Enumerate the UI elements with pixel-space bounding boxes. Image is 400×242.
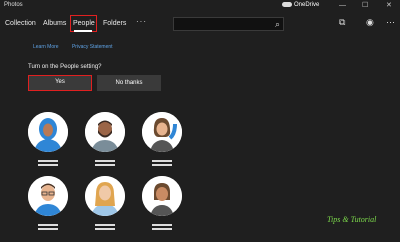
title-bar: Photos OneDrive — ☐ ✕ — [0, 0, 400, 12]
watermark: Tips & Tutorial — [327, 215, 377, 224]
person-waving-illustration — [142, 112, 182, 152]
name-placeholder-bar — [152, 164, 172, 166]
view-mode-icon[interactable]: ◉ — [366, 17, 374, 27]
selected-tab-indicator — [74, 30, 92, 32]
name-placeholder-bar — [38, 164, 58, 166]
search-icon[interactable]: ⌕ — [275, 19, 280, 29]
more-options-button[interactable]: ··· — [136, 17, 147, 26]
name-placeholder-bar — [38, 160, 58, 162]
close-button[interactable]: ✕ — [386, 1, 392, 10]
name-placeholder-bar — [152, 228, 172, 230]
person-hijab-illustration — [28, 112, 68, 152]
import-icon[interactable]: ⧉ — [339, 17, 345, 27]
onedrive-label: OneDrive — [294, 2, 320, 9]
onedrive-cloud-icon — [282, 2, 292, 7]
name-placeholder-bar — [152, 224, 172, 226]
name-placeholder-bar — [38, 224, 58, 226]
tab-albums[interactable]: Albums — [43, 20, 66, 27]
tab-folders[interactable]: Folders — [103, 20, 126, 27]
privacy-statement-link[interactable]: Privacy Statement — [72, 44, 113, 50]
person-long-hair-illustration — [85, 176, 125, 216]
onedrive-status[interactable]: OneDrive — [282, 2, 319, 8]
person-child-illustration — [142, 176, 182, 216]
people-setting-question: Turn on the People setting? — [28, 64, 102, 70]
name-placeholder-bar — [38, 228, 58, 230]
name-placeholder-bar — [95, 228, 115, 230]
name-placeholder-bar — [152, 160, 172, 162]
person-beard-illustration — [85, 112, 125, 152]
yes-button[interactable]: Yes — [28, 75, 92, 91]
maximize-button[interactable]: ☐ — [362, 1, 368, 10]
learn-more-link[interactable]: Learn More — [33, 44, 59, 50]
no-thanks-button[interactable]: No thanks — [97, 75, 161, 91]
person-glasses-illustration — [28, 176, 68, 216]
search-box[interactable]: ⌕ — [173, 17, 284, 31]
people-info-links: Learn More Privacy Statement — [33, 44, 125, 50]
minimize-button[interactable]: — — [339, 1, 346, 10]
name-placeholder-bar — [95, 224, 115, 226]
name-placeholder-bar — [95, 164, 115, 166]
name-placeholder-bar — [95, 160, 115, 162]
app-title: Photos — [4, 2, 23, 8]
tab-collection[interactable]: Collection — [5, 20, 36, 27]
more-menu-icon[interactable]: ⋯ — [386, 17, 395, 27]
